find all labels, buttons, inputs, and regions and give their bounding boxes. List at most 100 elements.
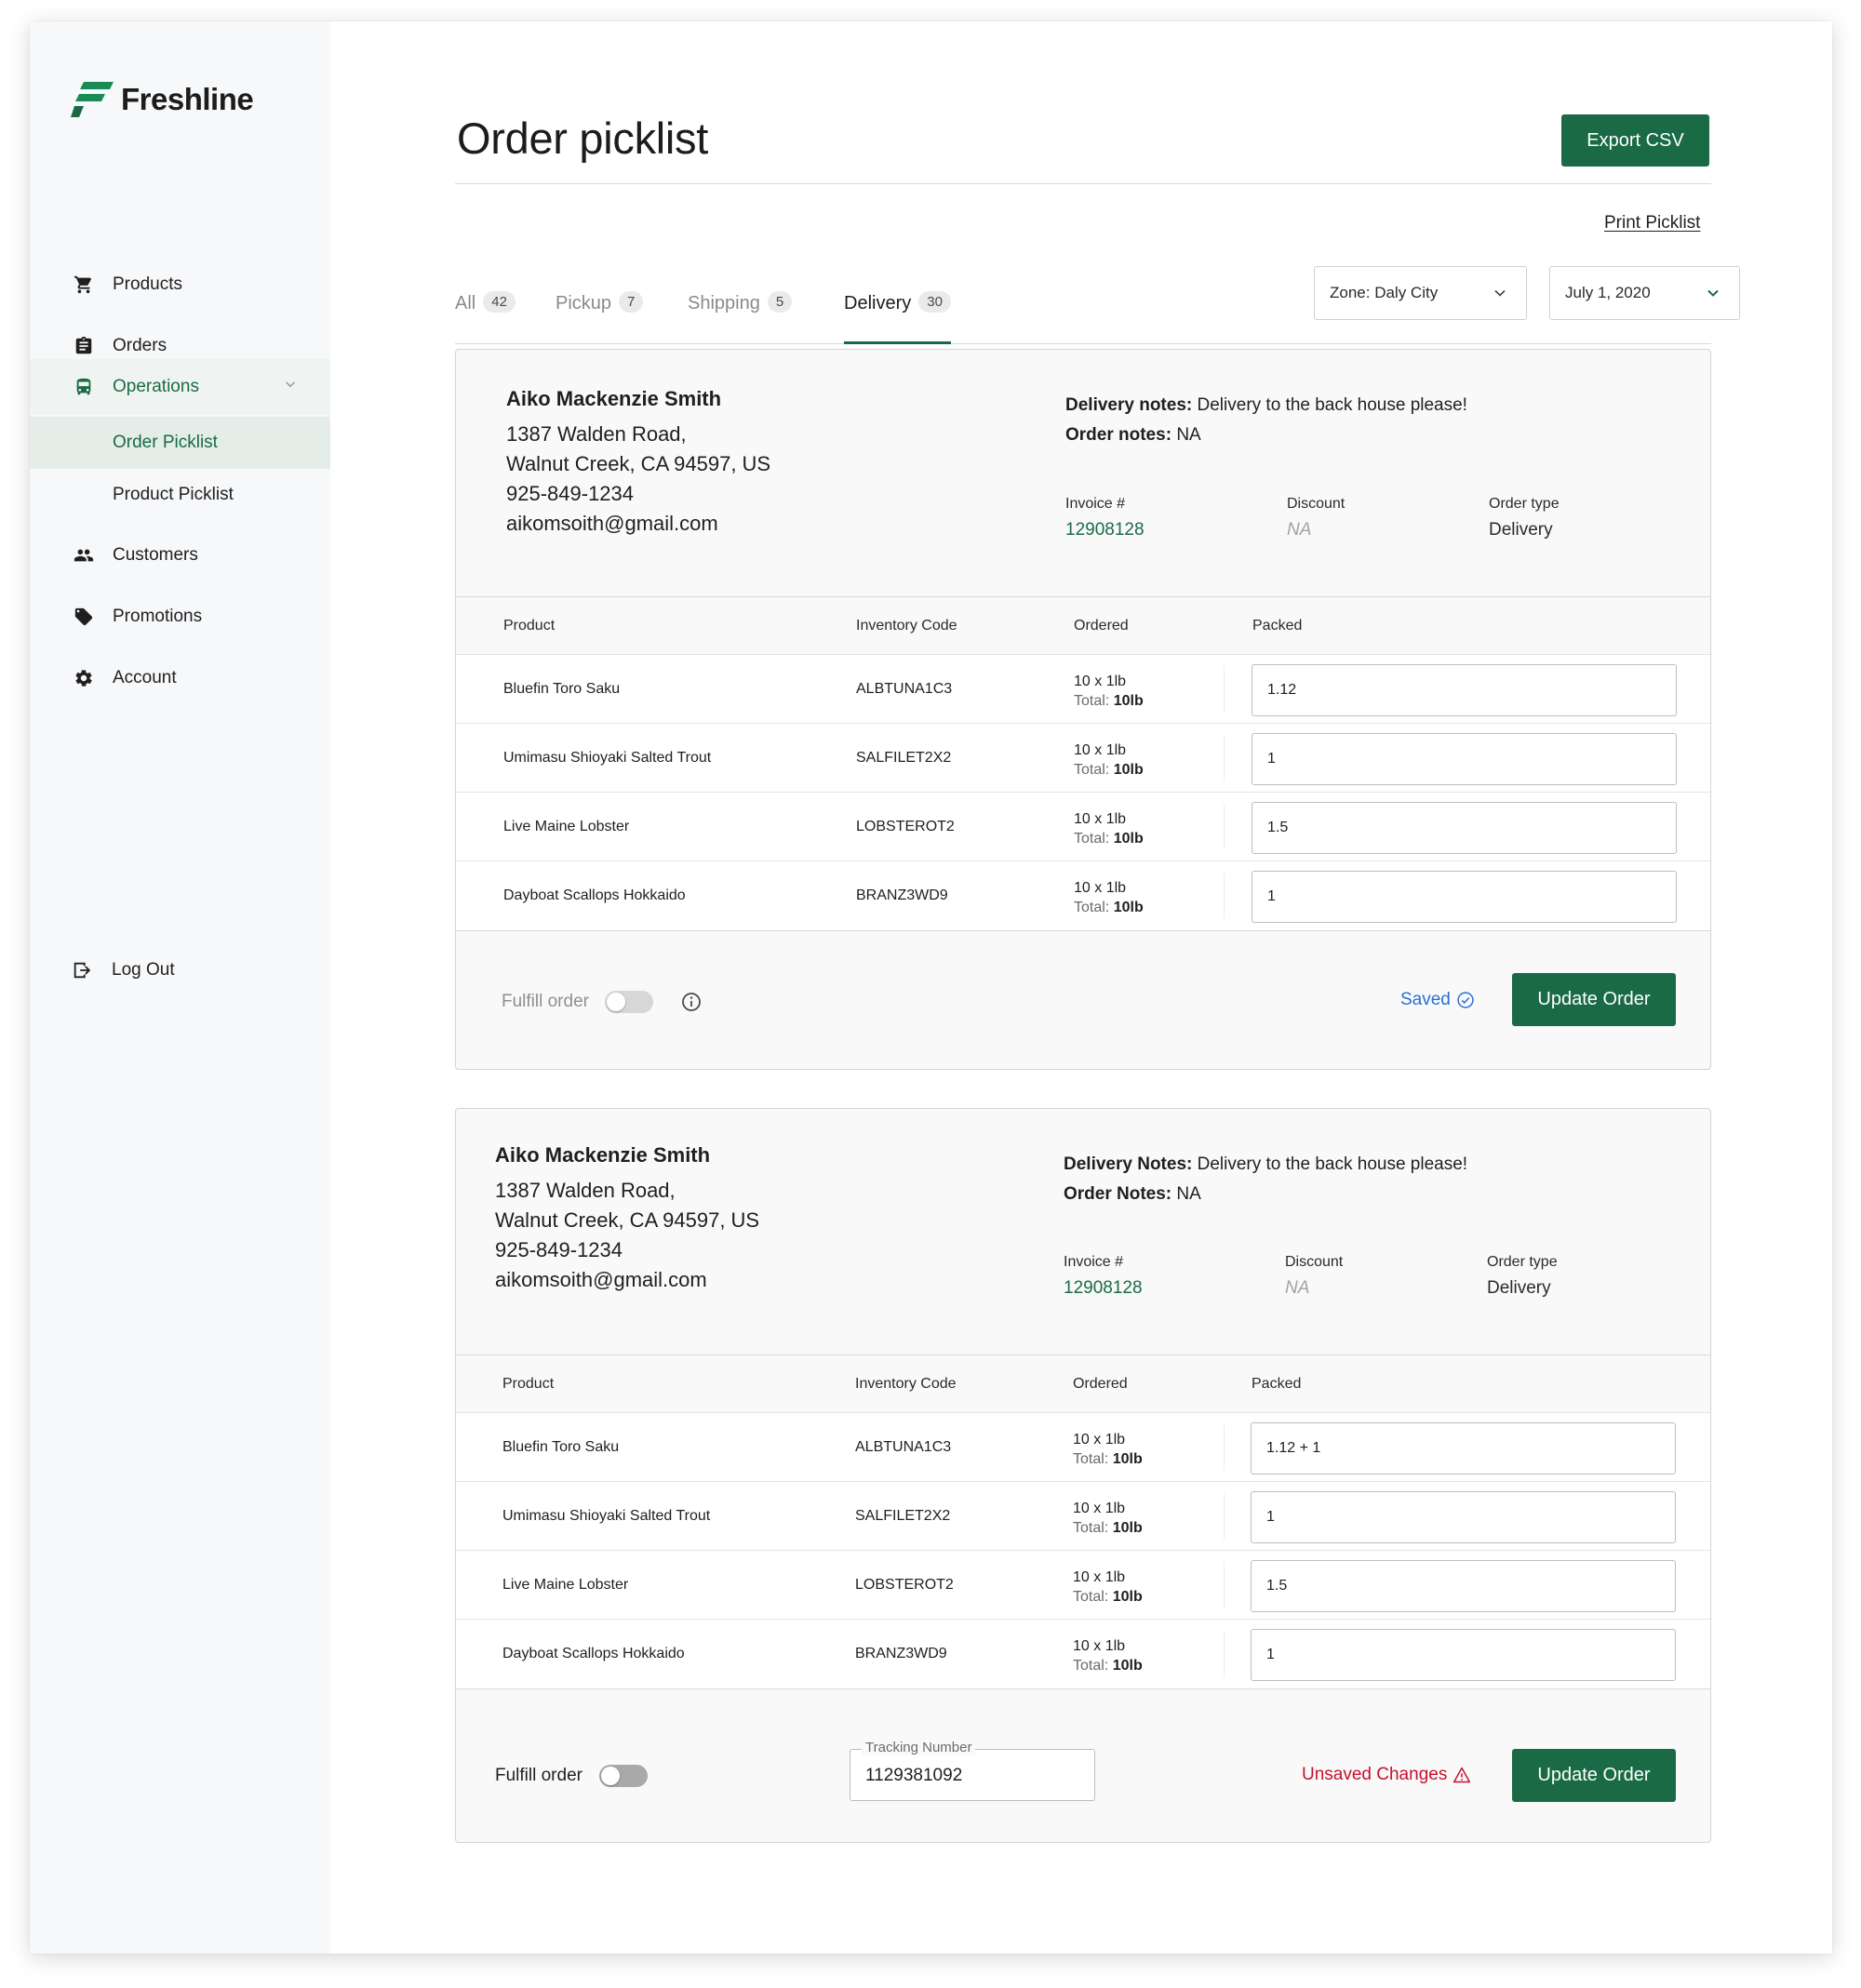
sidebar: Freshline Products Orders Operations Ord xyxy=(30,21,330,1954)
ordered-qty: 10 x 1lb Total: 10lb xyxy=(1073,1638,1143,1674)
col-ordered: Ordered xyxy=(1074,618,1129,634)
divider xyxy=(455,183,1711,184)
sidebar-item-label: Order Picklist xyxy=(113,433,218,452)
divider xyxy=(1224,666,1225,713)
packed-input[interactable]: 1.5 xyxy=(1251,1560,1676,1612)
inventory-code: BRANZ3WD9 xyxy=(855,1646,947,1661)
export-csv-button[interactable]: Export CSV xyxy=(1561,114,1709,167)
sidebar-item-logout[interactable]: Log Out xyxy=(30,944,330,996)
sidebar-item-label: Operations xyxy=(113,377,199,396)
fulfill-order-toggle[interactable] xyxy=(605,991,653,1013)
zone-select[interactable]: Zone: Daly City xyxy=(1314,266,1527,320)
divider xyxy=(1224,735,1225,781)
tab-label: Pickup xyxy=(556,293,612,314)
customer-name: Aiko Mackenzie Smith xyxy=(506,387,722,410)
table-row: Dayboat Scallops Hokkaido BRANZ3WD9 10 x… xyxy=(456,861,1710,930)
tab-count-badge: 5 xyxy=(767,291,793,313)
order-type-value: Delivery xyxy=(1489,520,1553,540)
customer-info: Aiko Mackenzie Smith 1387 Walden Road, W… xyxy=(495,1141,759,1295)
divider xyxy=(1224,1424,1225,1471)
unsaved-changes-status: Unsaved Changes xyxy=(1302,1765,1471,1785)
tag-icon xyxy=(73,606,95,628)
invoice-label: Invoice # xyxy=(1065,496,1126,512)
sidebar-item-customers[interactable]: Customers xyxy=(30,529,330,581)
invoice-number-link[interactable]: 12908128 xyxy=(1065,520,1145,540)
tab-label: Shipping xyxy=(688,293,760,314)
discount-label: Discount xyxy=(1287,496,1346,512)
tracking-number-label: Tracking Number xyxy=(862,1740,976,1755)
order-type-value: Delivery xyxy=(1487,1278,1551,1298)
tab-label: All xyxy=(455,293,476,314)
fulfill-order-toggle[interactable] xyxy=(599,1765,648,1787)
order-type-label: Order type xyxy=(1487,1254,1558,1270)
chevron-down-icon[interactable] xyxy=(282,376,299,398)
tab-shipping[interactable]: Shipping 5 xyxy=(688,291,793,343)
tab-count-badge: 30 xyxy=(918,291,951,313)
people-icon xyxy=(73,544,95,567)
table-row: Umimasu Shioyaki Salted Trout SALFILET2X… xyxy=(456,1482,1710,1551)
packed-input[interactable]: 1.12 xyxy=(1252,664,1677,716)
product-name: Bluefin Toro Saku xyxy=(502,1439,620,1455)
packed-input[interactable]: 1 xyxy=(1251,1629,1676,1681)
packed-input[interactable]: 1.12 + 1 xyxy=(1251,1422,1676,1474)
saved-status: Saved xyxy=(1400,990,1475,1010)
invoice-block: Invoice # 12908128 xyxy=(1064,1254,1143,1299)
check-circle-icon xyxy=(1457,992,1474,1008)
divider xyxy=(1224,804,1225,850)
packed-input[interactable]: 1.5 xyxy=(1252,802,1677,854)
col-packed: Packed xyxy=(1252,1376,1302,1392)
packed-input[interactable]: 1 xyxy=(1252,871,1677,923)
gear-icon xyxy=(73,667,95,689)
logout-icon xyxy=(71,959,93,981)
tracking-number-value: 1129381092 xyxy=(865,1766,963,1785)
zone-select-value: Zone: Daly City xyxy=(1330,284,1439,301)
sidebar-item-label: Customers xyxy=(113,545,198,565)
sidebar-item-account[interactable]: Account xyxy=(30,652,330,704)
app-window: Freshline Products Orders Operations Ord xyxy=(30,21,1832,1954)
freshline-logo-icon xyxy=(71,82,114,117)
ordered-qty: 10 x 1lb Total: 10lb xyxy=(1074,880,1144,915)
ordered-qty: 10 x 1lb Total: 10lb xyxy=(1073,1432,1143,1467)
update-order-button[interactable]: Update Order xyxy=(1512,1749,1676,1802)
brand-logo[interactable]: Freshline xyxy=(71,80,254,119)
inventory-code: ALBTUNA1C3 xyxy=(855,1439,952,1455)
sidebar-item-promotions[interactable]: Promotions xyxy=(30,591,330,643)
table-row: Bluefin Toro Saku ALBTUNA1C3 10 x 1lb Tot… xyxy=(456,1413,1710,1482)
tab-all[interactable]: All 42 xyxy=(455,291,515,343)
order-notes-label: Order notes: xyxy=(1065,425,1172,445)
ordered-qty: 10 x 1lb Total: 10lb xyxy=(1074,674,1144,709)
sidebar-item-products[interactable]: Products xyxy=(30,259,330,311)
tab-label: Delivery xyxy=(844,293,912,314)
sidebar-item-product-picklist[interactable]: Product Picklist xyxy=(30,469,330,521)
update-order-button[interactable]: Update Order xyxy=(1512,973,1676,1026)
invoice-label: Invoice # xyxy=(1064,1254,1124,1270)
table-header: Product Inventory Code Ordered Packed xyxy=(456,597,1710,655)
product-name: Live Maine Lobster xyxy=(502,1577,629,1593)
col-ordered: Ordered xyxy=(1073,1376,1128,1392)
tab-delivery[interactable]: Delivery 30 xyxy=(844,291,951,344)
discount-block: Discount NA xyxy=(1285,1254,1343,1299)
date-select[interactable]: July 1, 2020 xyxy=(1549,266,1740,320)
tracking-number-field[interactable]: Tracking Number 1129381092 xyxy=(850,1740,1095,1801)
customer-phone: 925-849-1234 xyxy=(495,1238,623,1261)
fulfill-order-label: Fulfill order xyxy=(502,992,589,1011)
info-icon[interactable] xyxy=(680,991,703,1018)
tab-pickup[interactable]: Pickup 7 xyxy=(556,291,644,343)
inventory-code: SALFILET2X2 xyxy=(856,750,952,766)
ordered-qty: 10 x 1lb Total: 10lb xyxy=(1073,1569,1143,1605)
packed-input[interactable]: 1 xyxy=(1251,1491,1676,1543)
sidebar-item-order-picklist[interactable]: Order Picklist xyxy=(30,417,330,469)
product-name: Dayboat Scallops Hokkaido xyxy=(503,887,686,903)
sidebar-item-operations[interactable]: Operations xyxy=(30,359,330,415)
print-picklist-link[interactable]: Print Picklist xyxy=(1604,213,1700,233)
order-card: Aiko Mackenzie Smith 1387 Walden Road, W… xyxy=(455,1108,1711,1843)
inventory-code: ALBTUNA1C3 xyxy=(856,681,953,697)
products-table: Product Inventory Code Ordered Packed Bl… xyxy=(456,596,1710,931)
page-title: Order picklist xyxy=(457,113,709,163)
packed-input[interactable]: 1 xyxy=(1252,733,1677,785)
invoice-number-link[interactable]: 12908128 xyxy=(1064,1278,1143,1299)
cart-icon xyxy=(73,274,95,296)
customer-phone: 925-849-1234 xyxy=(506,482,635,505)
customer-email: aikomsoith@gmail.com xyxy=(506,512,718,535)
col-product: Product xyxy=(503,618,556,634)
